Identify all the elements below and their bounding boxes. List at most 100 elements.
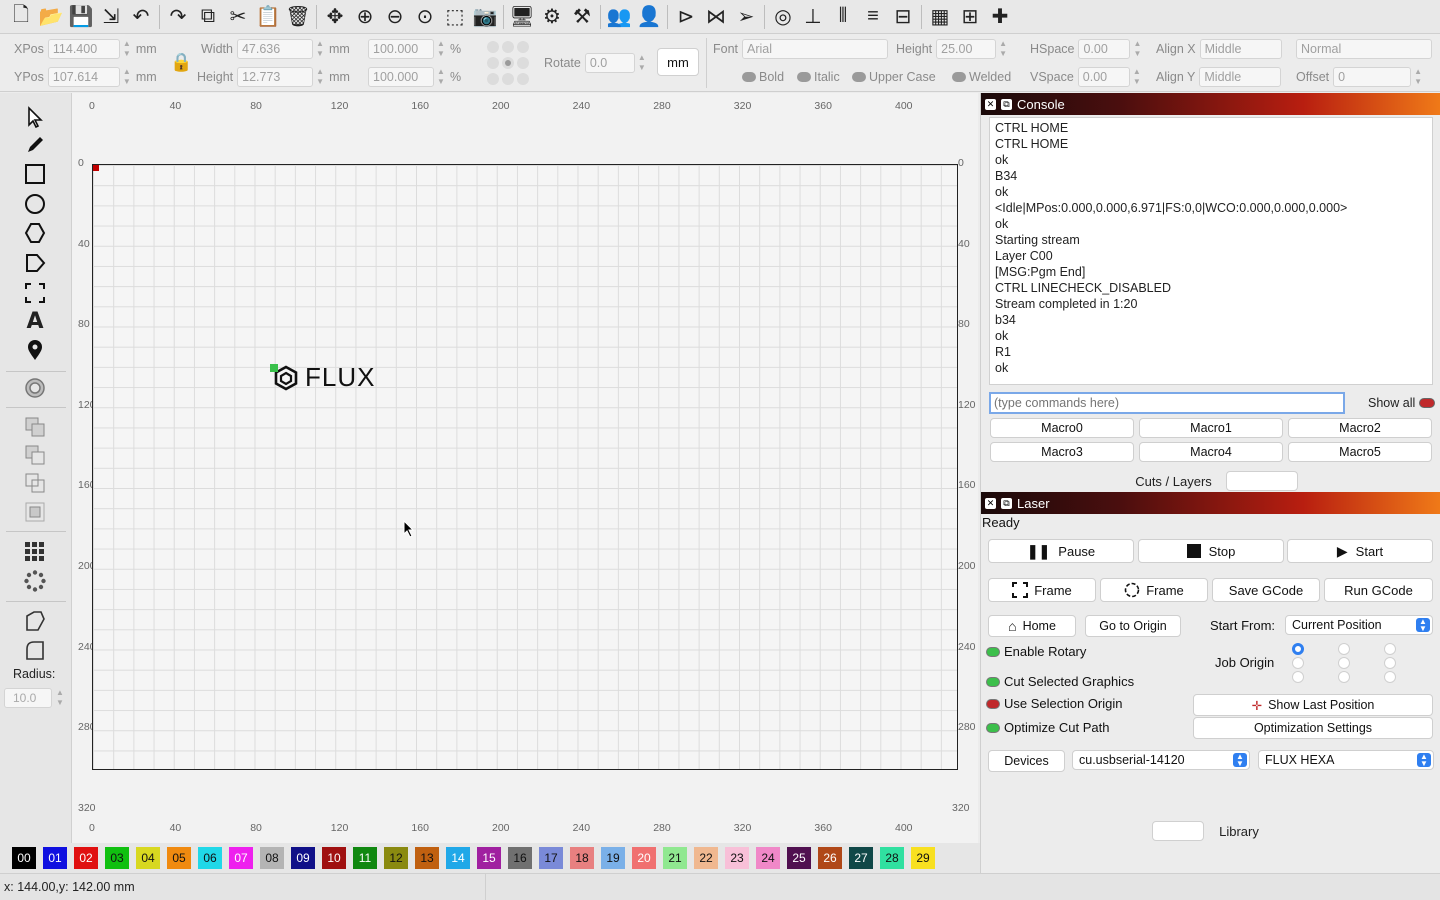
show-all-toggle[interactable]: Show all <box>1368 396 1436 410</box>
flip-horizontal-icon[interactable]: ⊳ <box>671 3 701 31</box>
boolean-intersect-icon[interactable] <box>21 498 49 526</box>
laser-float-icon[interactable]: ⧉ <box>1001 497 1012 509</box>
tab-blank-lower[interactable] <box>1152 821 1204 841</box>
export-icon[interactable]: ⇲ <box>96 3 126 31</box>
macro-button[interactable]: Macro4 <box>1139 442 1283 462</box>
job-origin-radio-bc[interactable] <box>1338 671 1350 683</box>
anchor-grid[interactable] <box>486 40 530 86</box>
use-selection-origin-toggle[interactable]: Use Selection Origin <box>986 696 1123 711</box>
align-y-select[interactable]: Middle <box>1199 67 1282 87</box>
layer-color-swatch[interactable]: 24 <box>756 847 780 869</box>
unit-toggle-button[interactable]: mm <box>657 48 699 76</box>
layer-color-swatch[interactable]: 19 <box>601 847 625 869</box>
layer-color-swatch[interactable]: 12 <box>384 847 408 869</box>
job-origin-radio-mc[interactable] <box>1338 657 1350 669</box>
select-rect-icon[interactable]: ⬚ <box>440 3 470 31</box>
layer-color-swatch[interactable]: 03 <box>105 847 129 869</box>
round-corner-tool-icon[interactable] <box>21 636 49 664</box>
run-gcode-button[interactable]: Run GCode <box>1324 578 1433 602</box>
paste-icon[interactable]: 📋 <box>253 3 283 31</box>
layer-color-swatch[interactable]: 16 <box>508 847 532 869</box>
layer-color-swatch[interactable]: 28 <box>880 847 904 869</box>
align-center-icon[interactable]: ≡ <box>858 3 888 31</box>
bold-checkbox[interactable] <box>742 72 756 82</box>
lock-icon[interactable]: 🔒 <box>170 52 192 73</box>
ellipse-tool-icon[interactable] <box>21 190 49 218</box>
font-select[interactable]: Arial <box>742 39 889 59</box>
delete-icon[interactable]: 🗑 <box>283 3 313 31</box>
grid-array-icon[interactable] <box>21 538 49 566</box>
select-tool-arrow-icon[interactable] <box>21 103 49 131</box>
save-gcode-button[interactable]: Save GCode <box>1212 578 1320 602</box>
optimize-cut-path-switch[interactable] <box>986 722 1000 733</box>
layer-color-swatch[interactable]: 23 <box>725 847 749 869</box>
open-folder-icon[interactable]: 📂 <box>36 3 66 31</box>
show-all-switch[interactable] <box>1419 398 1436 408</box>
layer-color-swatch[interactable]: 08 <box>260 847 284 869</box>
frame-circle-button[interactable]: Frame <box>1100 578 1208 602</box>
align-icon[interactable]: ⊥ <box>798 3 828 31</box>
design-canvas[interactable]: 0 40 80 120 160 200 240 280 320 360 400 0 40 80 120 16… <box>72 93 978 843</box>
frame-tool-icon[interactable] <box>21 279 49 307</box>
font-height-input[interactable]: 25.00 <box>936 39 997 59</box>
zoom-in-icon[interactable]: ⊕ <box>350 3 380 31</box>
layer-color-swatch[interactable]: 14 <box>446 847 470 869</box>
layer-color-swatch[interactable]: 13 <box>415 847 439 869</box>
enable-rotary-switch[interactable] <box>986 646 1000 657</box>
job-origin-radio-tr[interactable] <box>1384 643 1396 655</box>
rectangle-tool-icon[interactable] <box>21 160 49 188</box>
layer-color-swatch[interactable]: 20 <box>632 847 656 869</box>
layer-color-swatch[interactable]: 25 <box>787 847 811 869</box>
width-spinner[interactable]: ▲ ▼ <box>315 39 325 59</box>
selection-handle[interactable] <box>270 364 278 372</box>
corner-tool-icon[interactable] <box>21 607 49 635</box>
flux-logo-graphic[interactable]: FLUX <box>273 362 375 393</box>
ypos-spinner[interactable]: ▲ ▼ <box>122 67 132 87</box>
rotate-spinner[interactable]: ▲ ▼ <box>637 53 647 73</box>
cut-icon[interactable]: ✂ <box>223 3 253 31</box>
copy-icon[interactable]: ⧉ <box>193 3 223 31</box>
height-input[interactable]: 12.773 <box>237 67 314 87</box>
radius-spinner[interactable]: ▲ ▼ <box>56 688 64 708</box>
console-command-input[interactable] <box>989 392 1345 414</box>
italic-checkbox[interactable] <box>797 72 811 82</box>
text-tool-icon[interactable]: A <box>21 307 49 335</box>
redo-icon[interactable]: ↷ <box>163 3 193 31</box>
frame-rect-button[interactable]: Frame <box>988 578 1096 602</box>
layer-color-swatch[interactable]: 22 <box>694 847 718 869</box>
laser-close-icon[interactable]: ✕ <box>985 497 996 509</box>
use-selection-origin-switch[interactable] <box>986 698 1000 709</box>
layer-color-swatch[interactable]: 15 <box>477 847 501 869</box>
job-origin-radio-tl[interactable] <box>1292 643 1304 655</box>
optimization-settings-button[interactable]: Optimization Settings <box>1193 717 1433 739</box>
console-close-icon[interactable]: ✕ <box>985 98 996 110</box>
layer-color-swatch[interactable]: 17 <box>539 847 563 869</box>
welded-toggle[interactable]: Welded <box>952 66 1011 88</box>
tools-icon[interactable]: ⚒ <box>567 3 597 31</box>
upper-case-toggle[interactable]: Upper Case <box>852 66 936 88</box>
macro-button[interactable]: Macro1 <box>1139 418 1283 438</box>
macro-button[interactable]: Macro3 <box>990 442 1134 462</box>
settings-gear-icon[interactable]: ⚙ <box>537 3 567 31</box>
grid-icon[interactable]: ▦ <box>925 3 955 31</box>
macro-button[interactable]: Macro5 <box>1288 442 1432 462</box>
offset-tool-icon[interactable] <box>21 374 49 402</box>
space-icon[interactable]: ⊟ <box>888 3 918 31</box>
layer-color-swatch[interactable]: 29 <box>911 847 935 869</box>
welded-checkbox[interactable] <box>952 72 966 82</box>
scale-height-input[interactable]: 100.000 <box>368 67 434 87</box>
layer-color-swatch[interactable]: 01 <box>43 847 67 869</box>
position-marker-tool-icon[interactable] <box>21 336 49 364</box>
home-button[interactable]: ⌂ Home <box>988 615 1076 637</box>
macro-button[interactable]: Macro0 <box>990 418 1134 438</box>
polygon-tool-icon[interactable] <box>21 219 49 247</box>
font-height-spinner[interactable]: ▲ ▼ <box>998 39 1008 59</box>
job-origin-radio-bl[interactable] <box>1292 671 1304 683</box>
height-spinner[interactable]: ▲ ▼ <box>315 67 325 87</box>
optimize-cut-path-toggle[interactable]: Optimize Cut Path <box>986 720 1110 735</box>
cut-selected-switch[interactable] <box>986 676 1000 687</box>
layer-color-swatch[interactable]: 09 <box>291 847 315 869</box>
layer-color-swatch[interactable]: 02 <box>74 847 98 869</box>
align-x-select[interactable]: Middle <box>1199 39 1282 59</box>
hspace-input[interactable]: 0.00 <box>1078 39 1131 59</box>
